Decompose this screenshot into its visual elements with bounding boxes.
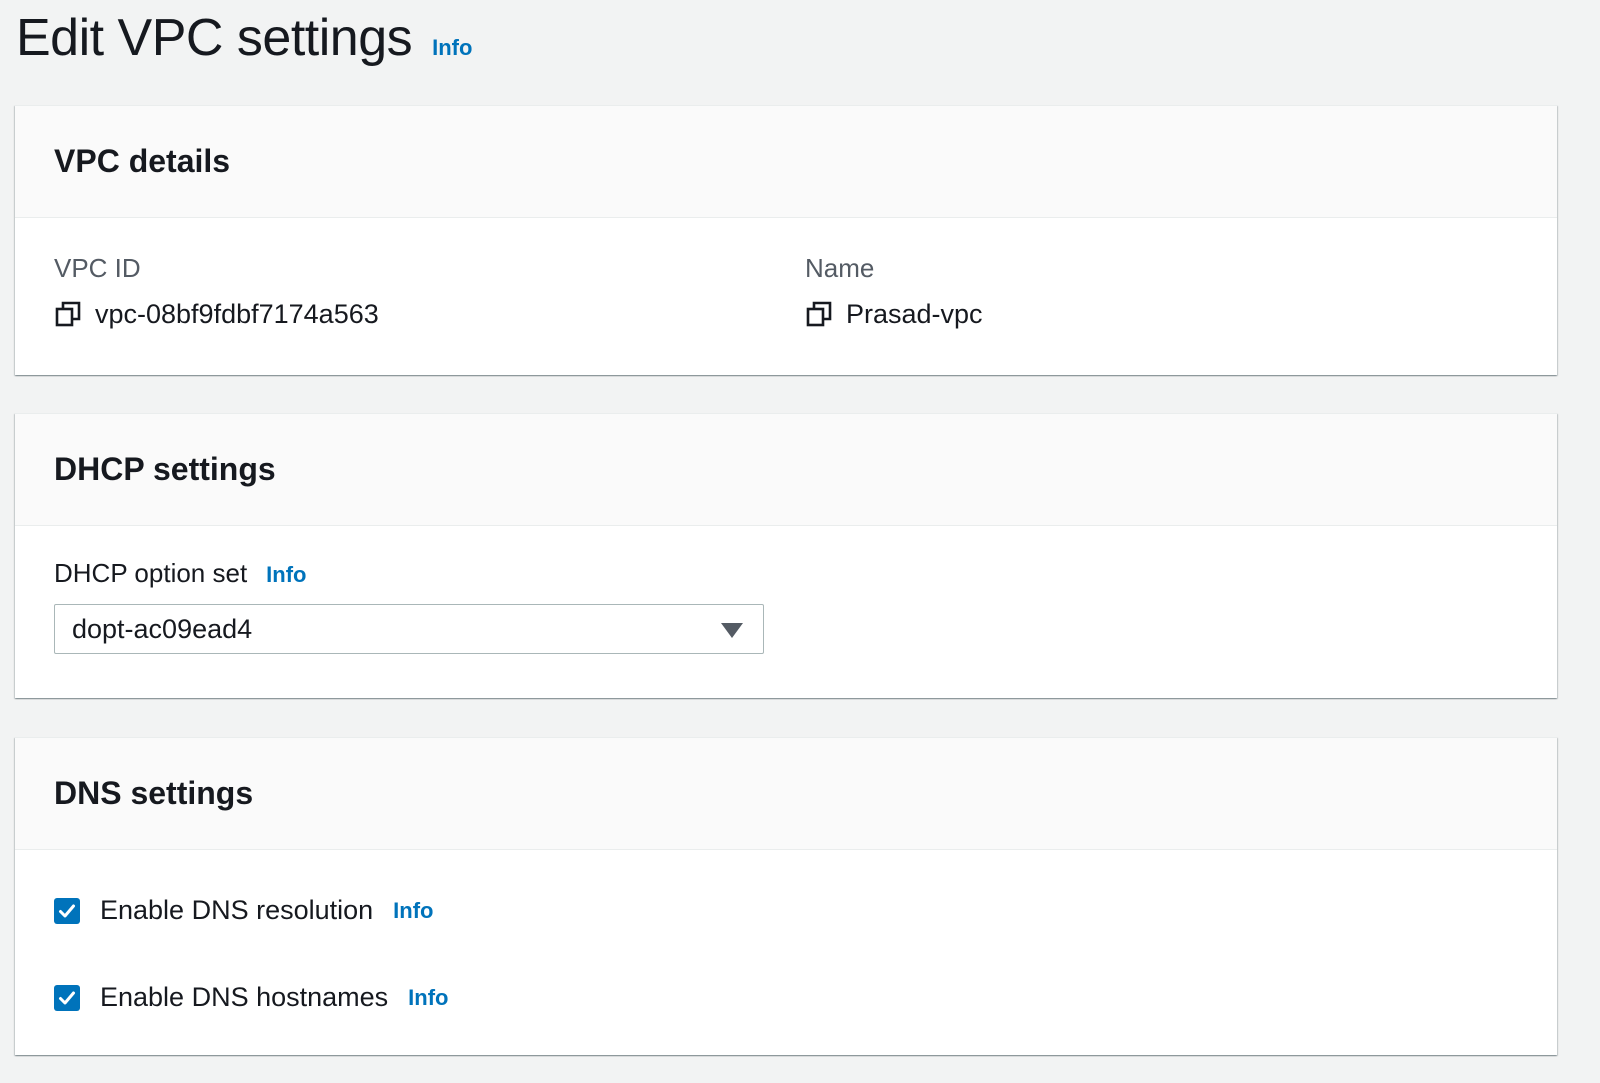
dhcp-settings-title: DHCP settings bbox=[54, 451, 276, 487]
vpc-details-header: VPC details bbox=[15, 106, 1557, 218]
caret-down-icon bbox=[721, 623, 743, 638]
vpc-id-field: VPC ID vpc-08bf9fdbf7174a563 bbox=[54, 252, 379, 330]
dhcp-option-set-value: dopt-ac09ead4 bbox=[72, 613, 253, 644]
dns-settings-title: DNS settings bbox=[54, 775, 254, 811]
dns-hostnames-label: Enable DNS hostnames bbox=[100, 982, 389, 1012]
vpc-name-value: Prasad-vpc bbox=[846, 299, 983, 329]
dns-resolution-option: Enable DNS resolution Info bbox=[54, 895, 433, 926]
vpc-details-panel: VPC details VPC ID vpc-08bf9fdbf7174a563… bbox=[15, 105, 1557, 375]
vpc-name-row: Prasad-vpc bbox=[805, 298, 983, 330]
vpc-details-title: VPC details bbox=[54, 143, 231, 179]
dhcp-option-set-select[interactable]: dopt-ac09ead4 bbox=[54, 604, 764, 654]
dhcp-option-set-label: DHCP option set bbox=[54, 558, 248, 588]
dns-hostnames-info-link[interactable]: Info bbox=[408, 985, 448, 1011]
vpc-id-value: vpc-08bf9fdbf7174a563 bbox=[95, 299, 379, 329]
vpc-id-label: VPC ID bbox=[54, 253, 141, 283]
dhcp-settings-header: DHCP settings bbox=[15, 414, 1557, 526]
dns-hostnames-option: Enable DNS hostnames Info bbox=[54, 982, 448, 1013]
dhcp-option-set-info-link[interactable]: Info bbox=[266, 562, 306, 588]
copy-icon[interactable] bbox=[805, 300, 833, 328]
checkmark-icon bbox=[59, 904, 75, 917]
page-header: Edit VPC settings Info bbox=[16, 6, 472, 70]
dns-settings-panel: DNS settings Enable DNS resolution Info … bbox=[15, 737, 1557, 1055]
vpc-name-field: Name Prasad-vpc bbox=[805, 252, 983, 330]
vpc-id-row: vpc-08bf9fdbf7174a563 bbox=[54, 298, 379, 330]
page-title: Edit VPC settings bbox=[16, 9, 413, 67]
dhcp-option-set-label-row: DHCP option set Info bbox=[54, 558, 307, 589]
dhcp-settings-panel: DHCP settings DHCP option set Info dopt-… bbox=[15, 413, 1557, 698]
dns-resolution-checkbox[interactable] bbox=[54, 897, 80, 924]
vpc-name-label: Name bbox=[805, 253, 875, 283]
page-info-link[interactable]: Info bbox=[432, 35, 472, 61]
dns-settings-header: DNS settings bbox=[15, 738, 1557, 850]
dns-resolution-label: Enable DNS resolution bbox=[100, 895, 374, 925]
copy-icon[interactable] bbox=[54, 300, 82, 328]
dns-hostnames-checkbox[interactable] bbox=[54, 984, 80, 1011]
dns-resolution-info-link[interactable]: Info bbox=[393, 898, 433, 924]
checkmark-icon bbox=[59, 991, 75, 1004]
